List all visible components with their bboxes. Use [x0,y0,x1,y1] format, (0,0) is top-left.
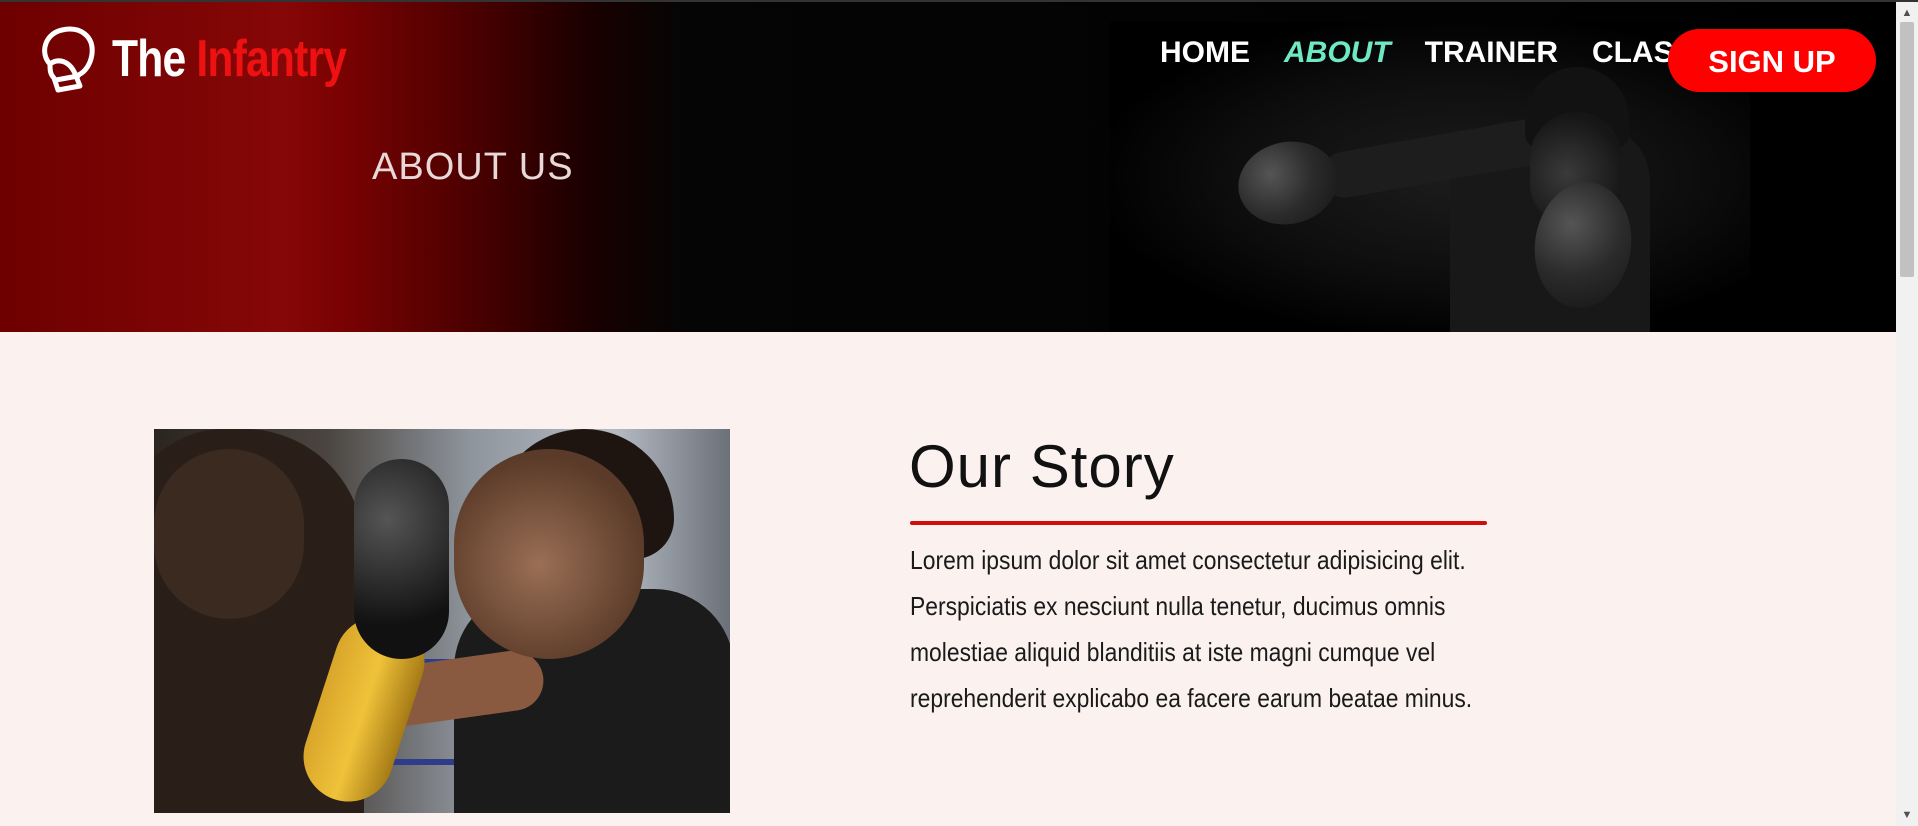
nav-item-about[interactable]: ABOUT [1284,36,1391,70]
triangle-down-icon[interactable]: ▼ [1896,806,1918,824]
vertical-scrollbar[interactable]: ▲ ▼ [1896,2,1918,826]
triangle-up-icon[interactable]: ▲ [1896,4,1918,22]
brand-name: The Infantry [112,29,347,89]
story-paragraph: Lorem ipsum dolor sit amet consectetur a… [910,545,1473,713]
story-image-boxing-training [154,429,730,813]
boxing-glove-icon [42,26,95,93]
nav-item-home[interactable]: HOME [1160,36,1250,70]
scrollbar-thumb[interactable] [1900,22,1914,277]
brand-logo-link[interactable]: The Infantry [36,24,398,94]
brand-name-part1: The [112,30,186,88]
sign-up-button[interactable]: SIGN UP [1668,29,1876,92]
story-title: Our Story [909,433,1175,500]
brand-name-part2: Infantry [196,30,347,88]
nav-item-trainer[interactable]: TRAINER [1425,36,1558,70]
page-title: ABOUT US [372,146,574,188]
story-divider [910,521,1487,525]
hero-banner: The Infantry HOME ABOUT TRAINER CLASSES … [0,2,1896,332]
